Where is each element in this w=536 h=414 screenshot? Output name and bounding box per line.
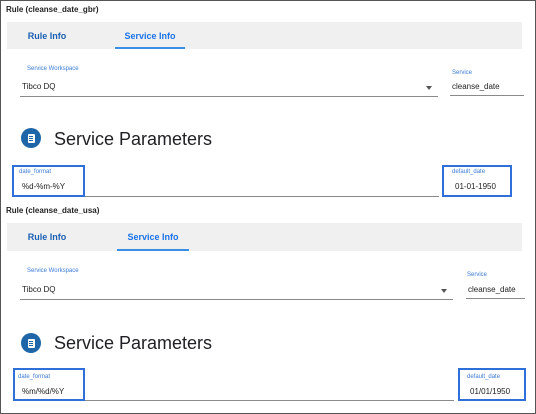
field-underline <box>450 95 524 96</box>
tab-label: Service Info <box>127 232 179 242</box>
highlight-box <box>12 165 85 197</box>
service-value: cleanse_date <box>468 285 516 294</box>
section-title: Service Parameters <box>54 129 213 149</box>
chevron-down-icon <box>441 289 447 293</box>
service-label: Service <box>452 70 473 76</box>
tab-label: Rule Info <box>27 232 67 242</box>
tab-label: Service Info <box>124 30 176 41</box>
rule-title: Rule (cleanse_date_usa) <box>6 206 100 215</box>
select-underline <box>20 299 453 300</box>
tab-service-info[interactable]: Service Info <box>117 223 189 251</box>
rule-title: Rule (cleanse_date_gbr) <box>6 5 99 14</box>
service-workspace-value: Tibco DQ <box>22 82 56 91</box>
tab-rule-info[interactable]: Rule Info <box>12 223 82 251</box>
active-tab-indicator <box>115 47 185 49</box>
section-title: Service Parameters <box>54 333 213 353</box>
active-tab-indicator <box>117 249 189 251</box>
highlight-box <box>458 368 526 401</box>
service-workspace-label: Service Workspace <box>27 268 79 274</box>
tab-rule-info[interactable]: Rule Info <box>12 22 82 49</box>
tab-label: Rule Info <box>27 30 67 41</box>
service-value: cleanse_date <box>452 82 500 91</box>
select-underline <box>20 96 438 97</box>
service-workspace-value: Tibco DQ <box>22 285 56 294</box>
tab-bar: Rule Info Service Info <box>7 223 522 251</box>
tab-bar: Rule Info Service Info <box>7 22 522 49</box>
document-icon <box>21 128 41 148</box>
highlight-box <box>442 165 512 197</box>
service-label: Service <box>467 272 488 278</box>
chevron-down-icon <box>426 86 432 90</box>
tab-service-info[interactable]: Service Info <box>115 22 185 49</box>
highlight-box <box>13 368 85 401</box>
service-workspace-label: Service Workspace <box>27 66 79 72</box>
document-icon <box>21 333 41 353</box>
field-underline <box>466 298 525 299</box>
